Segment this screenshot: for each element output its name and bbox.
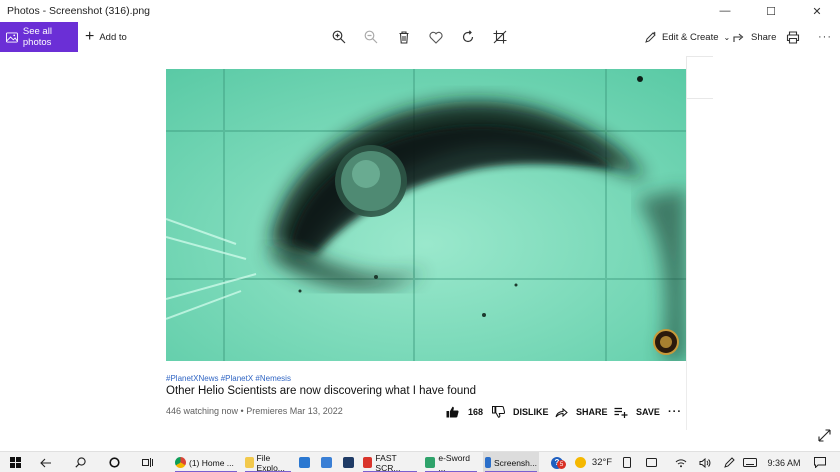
taskbar-app-file-explorer[interactable]: File Explo... xyxy=(243,452,293,472)
share-button[interactable]: Share xyxy=(733,22,776,52)
cortana-icon[interactable] xyxy=(102,452,126,472)
taskbar: (1) Home ... File Explo... FAST SCR... e… xyxy=(0,451,840,472)
taskbar-app-s[interactable] xyxy=(341,452,357,472)
taskbar-app-label: (1) Home ... xyxy=(189,457,234,468)
maximize-button[interactable]: ☐ xyxy=(748,0,794,22)
video-hashtags[interactable]: #PlanetXNews #PlanetX #Nemesis xyxy=(166,374,291,383)
pen-icon[interactable] xyxy=(722,452,736,472)
search-icon[interactable] xyxy=(68,452,92,472)
edit-create-icon xyxy=(645,31,656,43)
save-label: SAVE xyxy=(636,407,660,417)
plus-icon: + xyxy=(85,28,95,45)
channel-logo-icon xyxy=(653,329,679,355)
chrome-icon xyxy=(175,457,186,468)
edit-create-label: Edit & Create xyxy=(662,31,719,43)
add-to-label: Add to xyxy=(99,31,127,43)
video-thumbnail[interactable] xyxy=(166,69,686,361)
taskbar-app-label: e-Sword ... xyxy=(438,452,470,472)
taskbar-app-label: FAST SCR... xyxy=(375,452,401,472)
video-share-icon xyxy=(555,407,568,417)
delete-icon[interactable] xyxy=(395,28,413,46)
like-count: 168 xyxy=(468,407,484,417)
solar-image xyxy=(166,69,686,361)
like-button[interactable]: 168 xyxy=(446,403,483,421)
taskbar-app-chrome[interactable]: (1) Home ... xyxy=(173,452,239,472)
volume-icon[interactable] xyxy=(698,452,712,472)
video-title: Other Helio Scientists are now discoveri… xyxy=(166,385,477,397)
thumbs-down-icon xyxy=(492,406,505,418)
video-share-label: SHARE xyxy=(576,407,608,417)
gallery-icon xyxy=(6,31,18,43)
taskbar-app-label: File Explo... xyxy=(256,452,285,472)
more-dots-icon: ··· xyxy=(668,406,682,418)
wifi-icon[interactable] xyxy=(674,452,688,472)
playlist-add-icon xyxy=(614,407,628,418)
folder-icon xyxy=(245,457,254,468)
weather-icon[interactable] xyxy=(572,452,588,472)
phone-icon[interactable] xyxy=(620,452,634,472)
task-view-icon[interactable] xyxy=(136,452,160,472)
add-to-button[interactable]: + Add to xyxy=(85,22,127,52)
video-more-button[interactable]: ··· xyxy=(668,403,682,421)
dislike-label: DISLIKE xyxy=(513,407,549,417)
expand-icon[interactable] xyxy=(815,426,833,444)
window-title: Photos - Screenshot (316).png xyxy=(7,5,151,17)
crop-icon[interactable] xyxy=(491,28,509,46)
photos-icon xyxy=(485,457,491,468)
title-bar: Photos - Screenshot (316).png — ☐ ✕ xyxy=(0,0,840,22)
share-icon xyxy=(733,33,744,42)
start-button[interactable] xyxy=(0,452,30,472)
mail-icon xyxy=(299,457,310,468)
action-center-icon[interactable] xyxy=(812,452,828,472)
video-share-button[interactable]: SHARE xyxy=(555,403,608,421)
taskbar-app-e-sword[interactable]: e-Sword ... xyxy=(423,452,479,472)
thumbs-up-icon xyxy=(446,406,459,418)
zoom-out-icon[interactable] xyxy=(362,28,380,46)
photos-toolbar: See all photos + Add to Edit & Create ⌄ … xyxy=(0,22,840,52)
video-meta: 446 watching now • Premieres Mar 13, 202… xyxy=(166,406,343,416)
save-button[interactable]: SAVE xyxy=(614,403,660,421)
taskbar-app-mail[interactable] xyxy=(297,452,313,472)
side-panel-divider xyxy=(686,99,687,430)
notification-badge: 5 xyxy=(557,460,566,469)
taskbar-app-label: Screensh... xyxy=(494,457,537,468)
more-options-icon[interactable]: ··· xyxy=(816,28,834,46)
taskbar-app-fast-scr[interactable]: FAST SCR... xyxy=(361,452,419,472)
edit-create-button[interactable]: Edit & Create ⌄ xyxy=(645,22,730,52)
taskbar-app-store[interactable] xyxy=(319,452,335,472)
print-icon[interactable] xyxy=(784,28,802,46)
heart-icon[interactable] xyxy=(427,28,445,46)
share-label: Share xyxy=(751,31,777,43)
dislike-button[interactable]: DISLIKE xyxy=(492,403,549,421)
side-panel-edge xyxy=(686,56,713,99)
app-icon xyxy=(343,457,354,468)
zoom-in-icon[interactable] xyxy=(330,28,348,46)
pdf-icon xyxy=(363,457,373,468)
back-icon[interactable] xyxy=(34,452,58,472)
store-icon xyxy=(321,457,332,468)
minimize-button[interactable]: — xyxy=(702,0,748,22)
sword-icon xyxy=(425,457,436,468)
temperature[interactable]: 32°F xyxy=(590,452,614,472)
taskbar-app-screenshot[interactable]: Screensh... xyxy=(483,452,539,472)
taskbar-more-icon[interactable] xyxy=(650,452,664,472)
windows-icon xyxy=(9,457,21,468)
see-all-photos-label: See all photos xyxy=(22,26,52,48)
keyboard-icon[interactable] xyxy=(741,452,759,472)
chevron-down-icon: ⌄ xyxy=(723,32,731,42)
close-button[interactable]: ✕ xyxy=(794,0,840,22)
see-all-photos-button[interactable]: See all photos xyxy=(0,22,78,52)
clock[interactable]: 9:36 AM xyxy=(764,452,804,472)
rotate-icon[interactable] xyxy=(459,28,477,46)
